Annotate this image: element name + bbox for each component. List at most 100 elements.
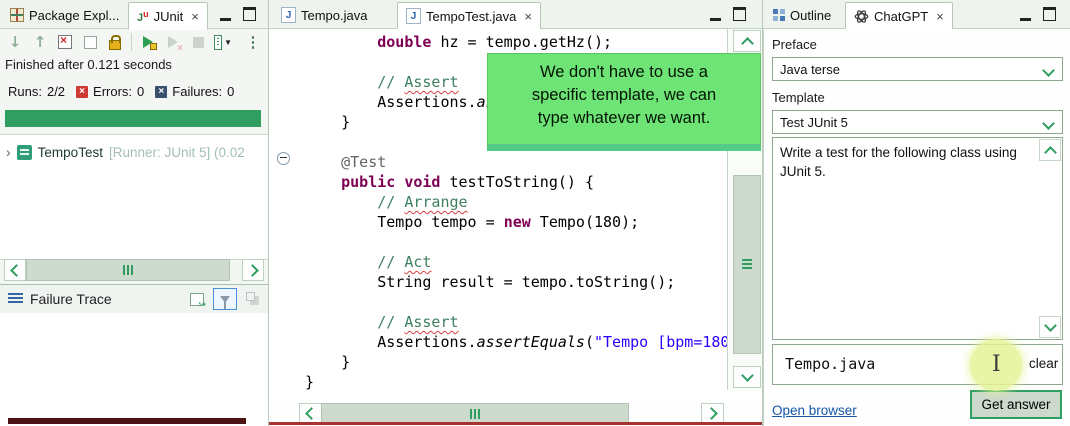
get-answer-button[interactable]: Get answer [970,390,1062,419]
rerun-failed-tests-icon[interactable]: × [164,33,183,54]
scroll-right-icon[interactable] [242,259,264,281]
errors-icon [76,85,89,98]
outline-icon [773,9,778,14]
code-line[interactable]: String result = tempo.toString(); [305,272,727,292]
chevron-down-icon [1042,64,1055,77]
close-icon[interactable]: × [191,9,199,24]
scroll-right-icon[interactable] [701,403,724,424]
java-file-icon: J [281,7,296,23]
vscrollbar-thumb[interactable] [733,175,761,354]
java-file-icon: J [406,8,421,24]
open-browser-link[interactable]: Open browser [772,403,857,418]
scroll-up-icon[interactable] [733,30,761,52]
show-failures-only-icon[interactable] [56,33,74,51]
template-select[interactable]: Test JUnit 5 [772,110,1063,134]
scroll-down-icon[interactable] [1039,316,1061,338]
code-line[interactable]: Tempo tempo = new Tempo(180); [305,212,727,232]
previous-failed-test-icon[interactable]: ↑ [31,33,49,51]
java-editor: J Tempo.java J TempoTest.java × double h… [269,0,763,426]
get-answer-label: Get answer [981,397,1051,412]
tab-outline[interactable]: Outline [765,2,839,28]
code-line[interactable]: // Arrange [305,192,727,212]
failures-label: Failures: [172,84,223,99]
hscrollbar-thumb[interactable] [321,403,629,424]
view-menu-icon[interactable]: ⋮ [244,33,262,51]
code-line[interactable]: } [305,352,727,372]
open-browser-row: Open browser [772,403,857,418]
junit-hscrollbar [0,258,268,282]
scroll-down-icon[interactable] [733,366,761,388]
tab-package-explorer[interactable]: Package Expl... [2,2,127,28]
code-line[interactable]: public void testToString() { [305,172,727,192]
show-stacktrace-console-icon[interactable] [186,289,208,310]
minimize-icon[interactable] [220,8,231,26]
editor-window-controls [710,7,746,26]
maximize-icon[interactable] [243,7,256,26]
right-tabbar: Outline ChatGPT × [763,0,1070,30]
tab-tempotest-java[interactable]: J TempoTest.java × [397,2,541,30]
test-suite-icon [16,144,32,160]
callout-line: type whatever we want. [537,109,711,127]
compare-result-icon[interactable] [242,289,264,309]
code-line[interactable]: } [305,372,727,392]
failures-icon [155,85,168,98]
runs-value: 2/2 [46,84,66,99]
junit-view: Package Expl... Ju JUnit × ↓ ↑ × ▼ ⋮ [0,0,269,426]
scroll-left-icon[interactable] [4,259,26,281]
close-icon[interactable]: × [524,9,532,24]
preface-value: Java terse [780,61,840,77]
hscrollbar-thumb[interactable] [26,259,230,281]
eclipse-window: Package Expl... Ju JUnit × ↓ ↑ × ▼ ⋮ [0,0,1070,426]
test-counts: Runs: 2/2 Errors: 0 Failures: 0 [8,84,240,99]
maximize-icon[interactable] [733,7,746,26]
cursor-highlight: I [970,339,1022,391]
code-line[interactable] [305,232,727,252]
chatgpt-view: Outline ChatGPT × Preface Java terse Tem… [763,0,1070,426]
code-line[interactable] [305,292,727,312]
failures-value: 0 [227,84,235,99]
minimize-icon[interactable] [1020,8,1031,26]
code-line[interactable]: // Act [305,252,727,272]
rerun-test-icon[interactable] [139,33,157,51]
fold-marker-icon[interactable] [277,152,290,165]
code-line[interactable]: Assertions.assertEquals("Tempo [bpm=180 [305,332,727,352]
left-window-controls [220,7,256,26]
minimize-icon[interactable] [710,8,721,26]
code-line[interactable]: @Test [305,152,727,172]
code-line[interactable]: // Assert [305,312,727,332]
tab-chatgpt[interactable]: ChatGPT × [845,2,953,30]
tree-row-tempotest[interactable]: › TempoTest [Runner: JUnit 5] (0.02 [6,144,245,160]
failure-trace-header: Failure Trace [0,284,268,314]
run-status-text: Finished after 0.121 seconds [5,57,172,72]
hamburger-icon[interactable] [8,293,23,305]
maximize-icon[interactable] [1043,7,1056,26]
prompt-textarea[interactable]: Write a test for the following class usi… [772,137,1063,340]
preface-select[interactable]: Java terse [772,57,1063,81]
next-failed-test-icon[interactable]: ↓ [6,33,24,51]
toolbar-separator [131,33,132,51]
errors-label: Errors: [93,84,133,99]
show-skipped-tests-icon[interactable] [81,33,99,51]
expander-icon[interactable]: › [6,144,11,160]
filter-stacktrace-icon[interactable] [213,288,237,310]
package-icon [10,8,24,22]
left-tabbar: Package Expl... Ju JUnit × [0,0,268,30]
tab-label: Tempo.java [301,7,368,23]
clear-button[interactable]: clear [1029,356,1058,371]
tab-label: TempoTest.java [426,8,517,24]
scroll-up-icon[interactable] [1039,139,1061,161]
stop-test-run-icon[interactable] [189,33,207,51]
tab-junit[interactable]: Ju JUnit × [128,2,208,30]
test-run-history-icon[interactable]: ▼ [214,33,232,51]
failure-trace-title: Failure Trace [30,291,112,307]
tab-tempo-java[interactable]: J Tempo.java [273,2,375,28]
scroll-lock-icon[interactable] [106,33,124,51]
editor-bottom-red-line [269,422,762,425]
tab-label: Outline [790,7,832,23]
code-line[interactable]: double hz = tempo.getHz(); [305,32,727,52]
scroll-left-icon[interactable] [299,403,322,424]
text-cursor-icon: I [992,352,1001,377]
file-input-value: Tempo.java [785,355,876,373]
errors-value: 0 [137,84,145,99]
close-icon[interactable]: × [936,9,944,24]
